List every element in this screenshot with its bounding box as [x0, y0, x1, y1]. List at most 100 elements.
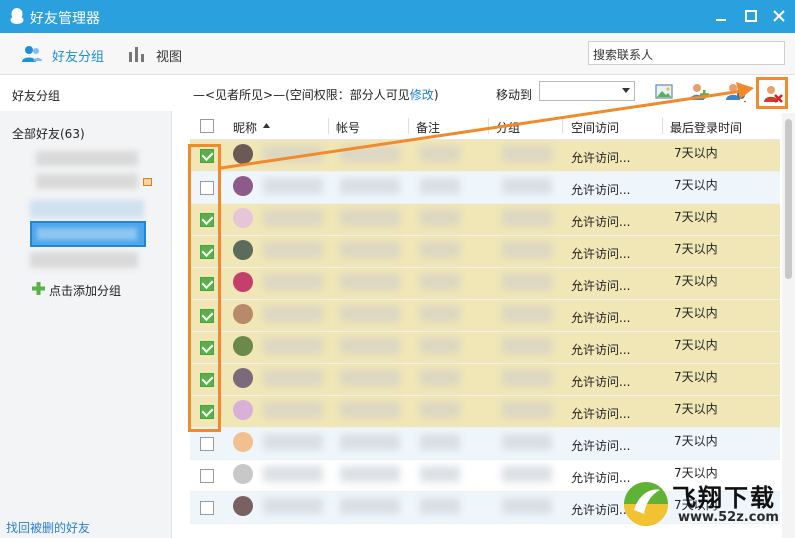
table-row[interactable]: 允许访问... 7天以内 — [190, 396, 780, 428]
move-to-select[interactable] — [539, 81, 635, 101]
remark-cell — [420, 178, 460, 194]
nickname-cell — [263, 178, 323, 194]
maximize-button[interactable] — [742, 7, 760, 25]
space-access-cell[interactable]: 允许访问... — [571, 149, 630, 166]
delete-friend-button[interactable] — [756, 77, 788, 109]
vertical-scrollbar[interactable] — [782, 113, 795, 538]
last-login-cell: 7天以内 — [674, 338, 718, 352]
select-all-checkbox[interactable] — [200, 119, 214, 133]
table-row[interactable]: 允许访问... 7天以内 — [190, 428, 780, 460]
group-cell — [502, 146, 552, 162]
avatar — [233, 176, 253, 196]
picture-button[interactable] — [653, 81, 675, 103]
row-checkbox[interactable] — [200, 501, 214, 515]
avatar — [233, 304, 253, 324]
space-access-cell[interactable]: 允许访问... — [571, 309, 630, 326]
space-access-cell[interactable]: 允许访问... — [571, 213, 630, 230]
col-space-access[interactable]: 空间访问 — [571, 119, 619, 136]
account-cell — [340, 242, 400, 258]
sidebar-item-group-3[interactable] — [30, 200, 144, 218]
table-row[interactable]: 允许访问... 7天以内 — [190, 172, 780, 204]
add-friend-button[interactable] — [688, 81, 710, 103]
remark-cell — [420, 466, 460, 482]
sidebar-header: 好友分组 — [0, 75, 172, 111]
permission-close-paren: ) — [433, 88, 439, 102]
minimize-button[interactable] — [712, 7, 730, 25]
group-cell — [502, 338, 552, 354]
sidebar-item-group-1[interactable] — [36, 151, 138, 166]
group-cell — [502, 178, 552, 194]
space-access-cell[interactable]: 允许访问... — [571, 437, 630, 454]
group-cell — [502, 210, 552, 226]
recover-deleted-friends-link[interactable]: 找回被删的好友 — [6, 519, 90, 536]
space-access-cell[interactable]: 允许访问... — [571, 373, 630, 390]
view-label: 视图 — [156, 50, 183, 65]
remark-cell — [420, 274, 460, 290]
sidebar: 好友分组 全部好友(63) 点击添加分组 找回被删的好友 — [0, 75, 172, 538]
col-last-login[interactable]: 最后登录时间 — [670, 119, 742, 136]
table-row[interactable]: 允许访问... 7天以内 — [190, 364, 780, 396]
friends-table: 昵称 帐号 备注 分组 空间访问 最后登录时间 允许访问... 7天以内 允许访问.… — [190, 112, 780, 538]
watermark-logo — [624, 482, 668, 526]
account-cell — [340, 338, 400, 354]
col-nickname[interactable]: 昵称 — [233, 119, 257, 136]
title-bar: 好友管理器 — [0, 0, 795, 33]
permission-text: —<见者所见>—(空间权限：部分人可见 — [193, 88, 410, 102]
delete-user-icon — [764, 86, 783, 103]
move-to-label: 移动到 — [496, 88, 533, 102]
account-cell — [340, 306, 400, 322]
sidebar-item-group-4[interactable] — [30, 252, 138, 268]
table-row[interactable]: 允许访问... 7天以内 — [190, 236, 780, 268]
col-group[interactable]: 分组 — [496, 119, 520, 136]
remark-cell — [420, 402, 460, 418]
nickname-cell — [263, 370, 323, 386]
avatar — [233, 368, 253, 388]
nickname-cell — [263, 242, 323, 258]
sidebar-title: 好友分组 — [12, 89, 61, 103]
scrollbar-thumb[interactable] — [785, 119, 792, 279]
account-cell — [340, 274, 400, 290]
toolbar: 好友分组 视图 搜索联系人 — [0, 33, 795, 75]
space-access-cell[interactable]: 允许访问... — [571, 181, 630, 198]
row-checkbox[interactable] — [200, 437, 214, 451]
search-input[interactable]: 搜索联系人 — [588, 41, 785, 65]
account-cell — [340, 210, 400, 226]
last-login-cell: 7天以内 — [674, 306, 718, 320]
space-access-cell[interactable]: 允许访问... — [571, 277, 630, 294]
table-row[interactable]: 允许访问... 7天以内 — [190, 268, 780, 300]
avatar — [233, 144, 253, 164]
nickname-cell — [263, 210, 323, 226]
last-login-cell: 7天以内 — [674, 402, 718, 416]
permission-modify-link[interactable]: 修改 — [410, 88, 434, 102]
group-cell — [502, 402, 552, 418]
col-account[interactable]: 帐号 — [336, 119, 360, 136]
close-button[interactable] — [770, 7, 788, 25]
avatar — [233, 400, 253, 420]
account-cell — [340, 402, 400, 418]
avatar — [233, 432, 253, 452]
last-login-cell: 7天以内 — [674, 146, 718, 160]
table-row[interactable]: 允许访问... 7天以内 — [190, 140, 780, 172]
sidebar-item-group-2[interactable] — [36, 174, 138, 189]
space-access-cell[interactable]: 允许访问... — [571, 341, 630, 358]
watermark: 飞翔下载 www.52z.com — [620, 476, 792, 534]
nickname-cell — [263, 434, 323, 450]
remark-cell — [420, 210, 460, 226]
col-remark[interactable]: 备注 — [416, 119, 440, 136]
account-cell — [340, 178, 400, 194]
avatar — [233, 496, 253, 516]
table-row[interactable]: 允许访问... 7天以内 — [190, 332, 780, 364]
table-row[interactable]: 允许访问... 7天以内 — [190, 204, 780, 236]
mail-icon — [143, 178, 152, 186]
chevron-down-icon — [622, 88, 630, 93]
group-cell — [502, 274, 552, 290]
sidebar-item-all-friends[interactable]: 全部好友(63) — [12, 125, 85, 142]
sidebar-item-group-selected[interactable] — [30, 221, 146, 247]
row-checkbox[interactable] — [200, 469, 214, 483]
space-access-cell[interactable]: 允许访问... — [571, 245, 630, 262]
space-access-cell[interactable]: 允许访问... — [571, 405, 630, 422]
manage-friend-button[interactable] — [725, 81, 747, 103]
watermark-url: www.52z.com — [678, 510, 779, 525]
table-row[interactable]: 允许访问... 7天以内 — [190, 300, 780, 332]
qq-penguin-icon — [10, 8, 24, 24]
